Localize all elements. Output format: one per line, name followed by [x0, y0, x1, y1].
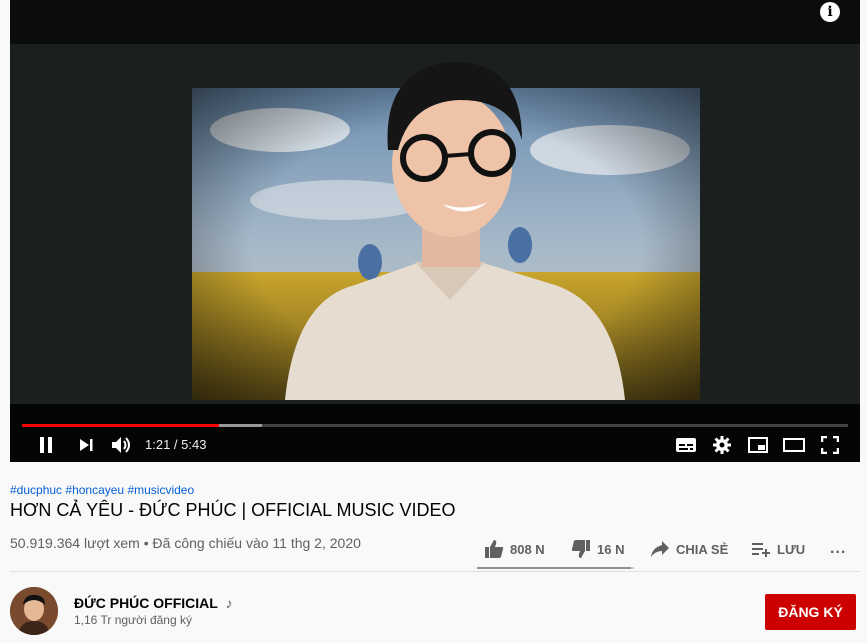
pause-icon[interactable]	[34, 430, 58, 460]
dislike-button[interactable]: 16 N	[571, 531, 624, 567]
thumbs-down-icon	[571, 540, 590, 558]
subscribe-button[interactable]: ĐĂNG KÝ	[765, 594, 856, 630]
like-count: 808 N	[510, 541, 545, 557]
more-icon: ...	[830, 540, 847, 557]
info-icon[interactable]: i	[820, 2, 840, 22]
video-player[interactable]: i 1:21 / 5:43	[10, 0, 860, 462]
time-display: 1:21 / 5:43	[145, 437, 207, 452]
avatar	[10, 587, 58, 635]
subscriber-count: 1,16 Tr người đăng ký	[74, 613, 192, 627]
miniplayer-icon[interactable]	[746, 430, 770, 460]
video-title: HƠN CẢ YÊU - ĐỨC PHÚC | OFFICIAL MUSIC V…	[10, 500, 456, 520]
more-actions-button[interactable]: ...	[830, 531, 846, 567]
hashtag-link[interactable]: #honcayeu	[65, 483, 124, 497]
share-label: CHIA SẺ	[676, 541, 729, 557]
subtitles-icon[interactable]	[674, 430, 698, 460]
share-icon	[651, 541, 669, 557]
sentiment-bar	[477, 567, 634, 569]
dislike-count: 16 N	[597, 541, 625, 557]
divider	[10, 571, 860, 572]
like-button[interactable]: 808 N	[484, 531, 545, 567]
progress-played	[22, 424, 219, 427]
video-meta: 50.919.364 lượt xem • Đã công chiếu vào …	[10, 535, 361, 551]
channel-avatar[interactable]	[10, 587, 58, 635]
meta-separator: •	[143, 535, 149, 551]
hashtag-link[interactable]: #musicvideo	[127, 483, 194, 497]
save-button[interactable]: LƯU	[751, 531, 805, 567]
next-icon[interactable]	[74, 430, 98, 460]
share-button[interactable]: CHIA SẺ	[650, 531, 728, 567]
channel-name-row[interactable]: ĐỨC PHÚC OFFICIAL ♪	[74, 595, 232, 611]
player-controls: 1:21 / 5:43	[10, 430, 860, 460]
hashtags: #ducphuc #honcayeu #musicvideo	[10, 483, 194, 497]
video-frame	[10, 0, 860, 462]
premiere-date: Đã công chiếu vào 11 thg 2, 2020	[152, 535, 361, 551]
hashtag-link[interactable]: #ducphuc	[10, 483, 62, 497]
channel-name: ĐỨC PHÚC OFFICIAL	[74, 595, 218, 611]
sentiment-like-fill	[477, 567, 631, 569]
volume-icon[interactable]	[109, 430, 135, 460]
music-note-icon: ♪	[225, 595, 233, 611]
progress-bar[interactable]	[22, 424, 848, 427]
theater-icon[interactable]	[782, 430, 806, 460]
save-label: LƯU	[777, 541, 806, 557]
thumbs-up-icon	[485, 540, 504, 558]
fullscreen-icon[interactable]	[818, 430, 842, 460]
playlist-add-icon	[752, 543, 770, 557]
view-count: 50.919.364 lượt xem	[10, 535, 140, 551]
gear-icon[interactable]	[710, 430, 734, 460]
